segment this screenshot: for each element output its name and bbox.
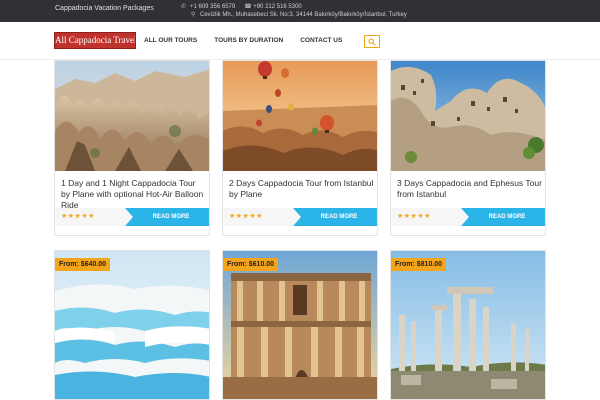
nav-contact-us[interactable]: CONTACT US <box>300 37 342 44</box>
card-footer: ★★★★★ READ MORE <box>391 208 545 226</box>
top-bar-brand[interactable]: Cappadocia Vacation Packages <box>55 5 154 12</box>
search-icon <box>368 37 376 46</box>
read-more-button[interactable]: READ MORE <box>125 208 209 226</box>
tour-title[interactable]: 2 Days Cappadocia Tour from Istanbul by … <box>229 178 374 200</box>
tour-card-5[interactable]: From: $610.00 <box>222 250 378 400</box>
read-more-button[interactable]: READ MORE <box>293 208 377 226</box>
tour-title[interactable]: 1 Day and 1 Night Cappadocia Tour by Pla… <box>61 178 206 211</box>
rating-stars: ★★★★★ <box>61 213 95 220</box>
rating-stars: ★★★★★ <box>397 213 431 220</box>
address: Cevizlik Mh., Muhasebeci Sk. No:3, 34144… <box>200 12 407 18</box>
tour-card-4[interactable]: From: $640.00 <box>54 250 210 400</box>
nav-all-our-tours[interactable]: ALL OUR TOURS <box>144 37 197 44</box>
search-button[interactable] <box>364 35 380 48</box>
tour-title[interactable]: 3 Days Cappadocia and Ephesus Tour from … <box>397 178 542 200</box>
site-logo[interactable]: All Cappadocia Travel <box>54 32 136 49</box>
phone-icon: ☎ <box>244 4 252 10</box>
card-footer: ★★★★★ READ MORE <box>223 208 377 226</box>
read-more-button[interactable]: READ MORE <box>461 208 545 226</box>
main-nav: ALL OUR TOURS TOURS BY DURATION CONTACT … <box>144 37 359 44</box>
site-header: All Cappadocia Travel ALL OUR TOURS TOUR… <box>0 22 600 60</box>
top-bar: Cappadocia Vacation Packages ✆ +1 609 35… <box>0 0 600 22</box>
tour-card-3[interactable]: 3 Days Cappadocia and Ephesus Tour from … <box>390 60 546 236</box>
price-badge: From: $640.00 <box>55 258 111 271</box>
tour-card-1[interactable]: 1 Day and 1 Night Cappadocia Tour by Pla… <box>54 60 210 236</box>
tour-image-hot-air-balloons[interactable] <box>223 61 377 171</box>
tour-image-fairy-chimneys[interactable] <box>55 61 209 171</box>
rating-stars: ★★★★★ <box>229 213 263 220</box>
tour-card-6[interactable]: From: $810.00 <box>390 250 546 400</box>
price-badge: From: $810.00 <box>391 258 447 271</box>
contact-info: ✆ +1 609 356 6579 ☎ +90 212 516 5300 ⚲ C… <box>181 3 407 19</box>
price-badge: From: $610.00 <box>223 258 279 271</box>
tour-card-2[interactable]: 2 Days Cappadocia Tour from Istanbul by … <box>222 60 378 236</box>
whatsapp-icon: ✆ <box>181 4 187 10</box>
tour-image-cave-dwellings[interactable] <box>391 61 545 171</box>
phone-1[interactable]: +1 609 356 6579 <box>190 3 235 11</box>
phone-2[interactable]: +90 212 516 5300 <box>253 3 302 11</box>
nav-tours-by-duration[interactable]: TOURS BY DURATION <box>214 37 283 44</box>
tour-image-pamukkale[interactable] <box>55 251 210 400</box>
map-pin-icon: ⚲ <box>191 12 196 18</box>
tour-image-ancient-columns[interactable] <box>391 251 546 400</box>
card-footer: ★★★★★ READ MORE <box>55 208 209 226</box>
tour-image-library-of-celsus[interactable] <box>223 251 378 400</box>
